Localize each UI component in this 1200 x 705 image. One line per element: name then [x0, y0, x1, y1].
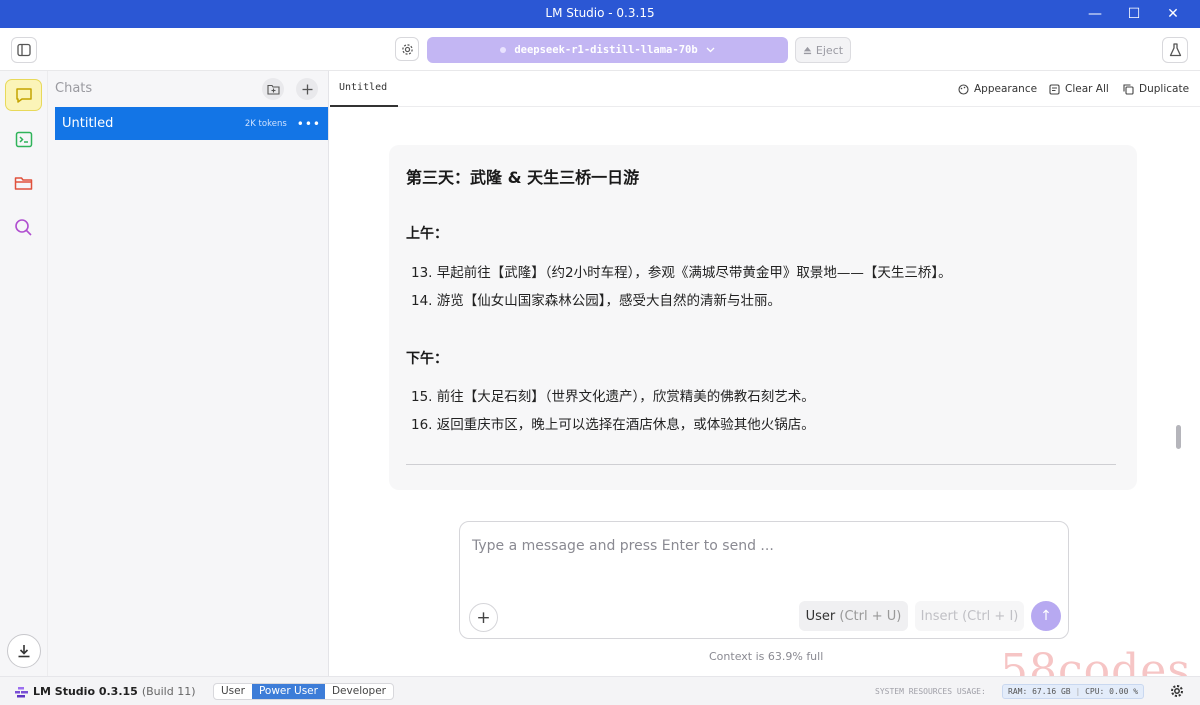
- send-button[interactable]: ↑: [1031, 601, 1061, 631]
- user-shortcut: (Ctrl + U): [839, 608, 902, 624]
- download-icon: [18, 645, 30, 658]
- model-name: deepseek-r1-distill-llama-70b: [514, 44, 698, 56]
- minimize-button[interactable]: —: [1084, 3, 1106, 25]
- send-as-user-button[interactable]: User (Ctrl + U): [799, 601, 908, 631]
- gear-icon: [401, 43, 413, 55]
- toggle-sidebar-button[interactable]: [11, 37, 37, 63]
- app-name: LM Studio 0.3.15: [33, 685, 138, 698]
- left-nav-rail: [0, 71, 48, 676]
- morning-label: 上午：: [406, 226, 448, 242]
- nav-chat-button[interactable]: [5, 79, 42, 111]
- conversation-scrollbar[interactable]: [1176, 425, 1181, 449]
- eject-label: Eject: [815, 43, 844, 57]
- resource-usage[interactable]: RAM: 67.16 GB | CPU: 0.00 %: [1002, 684, 1145, 699]
- copy-icon: [1123, 83, 1134, 95]
- afternoon-label: 下午：: [406, 351, 448, 367]
- tabs-bar: Untitled Appearance Clear All Duplicate: [330, 71, 1200, 107]
- mode-developer[interactable]: Developer: [325, 684, 393, 699]
- terminal-icon: [15, 131, 32, 147]
- eject-button[interactable]: Eject: [795, 37, 851, 63]
- user-label: User: [805, 608, 836, 624]
- chat-name: Untitled: [62, 116, 114, 131]
- folder-plus-icon: [266, 84, 280, 95]
- window-titlebar: LM Studio - 0.3.15 — ☐ ✕: [0, 0, 1200, 28]
- chat-more-button[interactable]: •••: [297, 117, 321, 131]
- insert-shortcut: (Ctrl + I): [962, 608, 1019, 624]
- clear-icon: [1049, 83, 1060, 95]
- attach-button[interactable]: +: [469, 603, 498, 632]
- chats-title: Chats: [55, 81, 93, 96]
- app-brand: LM Studio 0.3.15 (Build 11): [15, 685, 196, 698]
- appearance-label: Appearance: [974, 83, 1038, 95]
- insert-label: Insert: [920, 608, 958, 624]
- model-settings-button[interactable]: [395, 37, 419, 61]
- context-usage: Context is 63.9% full: [709, 650, 824, 663]
- mode-user[interactable]: User: [214, 684, 252, 699]
- mode-switcher: User Power User Developer: [213, 683, 394, 700]
- new-folder-button[interactable]: [262, 78, 284, 100]
- model-status-dot: [500, 47, 507, 53]
- chat-icon: [15, 87, 32, 103]
- clear-all-button[interactable]: Clear All: [1049, 83, 1109, 95]
- appearance-button[interactable]: Appearance: [958, 83, 1037, 95]
- mode-power-user[interactable]: Power User: [251, 684, 325, 699]
- chat-list-item[interactable]: Untitled 2K tokens •••: [55, 107, 328, 140]
- nav-discover-button[interactable]: [5, 211, 42, 243]
- insert-button[interactable]: Insert (Ctrl + I): [915, 601, 1024, 631]
- downloads-button[interactable]: [7, 634, 41, 668]
- lmstudio-logo-icon: [15, 686, 28, 697]
- new-chat-button[interactable]: [296, 78, 318, 100]
- list-item: 14. 游览【仙女山国家森林公园】，感受大自然的清新与壮丽。: [411, 293, 782, 309]
- assistant-message: 第三天：武隆 & 天生三桥一日游 上午： 13. 早起前往【武隆】（约2小时车程…: [389, 145, 1137, 490]
- settings-gear-icon[interactable]: [1170, 684, 1184, 698]
- ram-usage: RAM: 67.16 GB: [1008, 687, 1071, 696]
- chevron-down-icon: [706, 47, 715, 53]
- message-heading: 第三天：武隆 & 天生三桥一日游: [406, 168, 640, 187]
- tab-untitled[interactable]: Untitled: [330, 71, 398, 107]
- list-item: 13. 早起前往【武隆】（约2小时车程），参观《满城尽带黄金甲》取景地——【天生…: [411, 265, 952, 281]
- duplicate-button[interactable]: Duplicate: [1123, 83, 1189, 95]
- message-composer[interactable]: Type a message and press Enter to send .…: [459, 521, 1069, 639]
- cpu-usage: CPU: 0.00 %: [1085, 687, 1139, 696]
- nav-my-models-button[interactable]: [5, 167, 42, 199]
- window-title: LM Studio - 0.3.15: [545, 6, 655, 20]
- message-input[interactable]: Type a message and press Enter to send .…: [472, 538, 774, 554]
- folder-icon: [14, 177, 33, 190]
- chat-token-count: 2K tokens: [244, 118, 287, 129]
- clear-all-label: Clear All: [1065, 83, 1109, 95]
- build-number: (Build 11): [141, 685, 196, 698]
- maximize-button[interactable]: ☐: [1123, 3, 1145, 25]
- plus-icon: [302, 84, 312, 94]
- experiments-button[interactable]: [1162, 37, 1188, 63]
- divider: [406, 464, 1116, 465]
- status-bar: LM Studio 0.3.15 (Build 11) User Power U…: [0, 676, 1200, 705]
- model-selector[interactable]: deepseek-r1-distill-llama-70b: [427, 37, 788, 63]
- list-item: 15. 前往【大足石刻】（世界文化遗产），欣赏精美的佛教石刻艺术。: [411, 389, 815, 405]
- close-button[interactable]: ✕: [1162, 3, 1184, 25]
- flask-icon: [1169, 43, 1181, 57]
- palette-icon: [958, 83, 969, 95]
- system-resources-label: SYSTEM RESOURCES USAGE:: [875, 687, 986, 696]
- top-toolbar: deepseek-r1-distill-llama-70b Eject: [0, 28, 1200, 71]
- chats-panel: Chats Untitled 2K tokens •••: [48, 71, 329, 676]
- sidebar-icon: [17, 43, 31, 57]
- search-icon: [15, 218, 32, 236]
- list-item: 16. 返回重庆市区，晚上可以选择在酒店休息，或体验其他火锅店。: [411, 417, 815, 433]
- nav-developer-button[interactable]: [5, 123, 42, 155]
- duplicate-label: Duplicate: [1139, 83, 1190, 95]
- eject-icon: [803, 46, 812, 54]
